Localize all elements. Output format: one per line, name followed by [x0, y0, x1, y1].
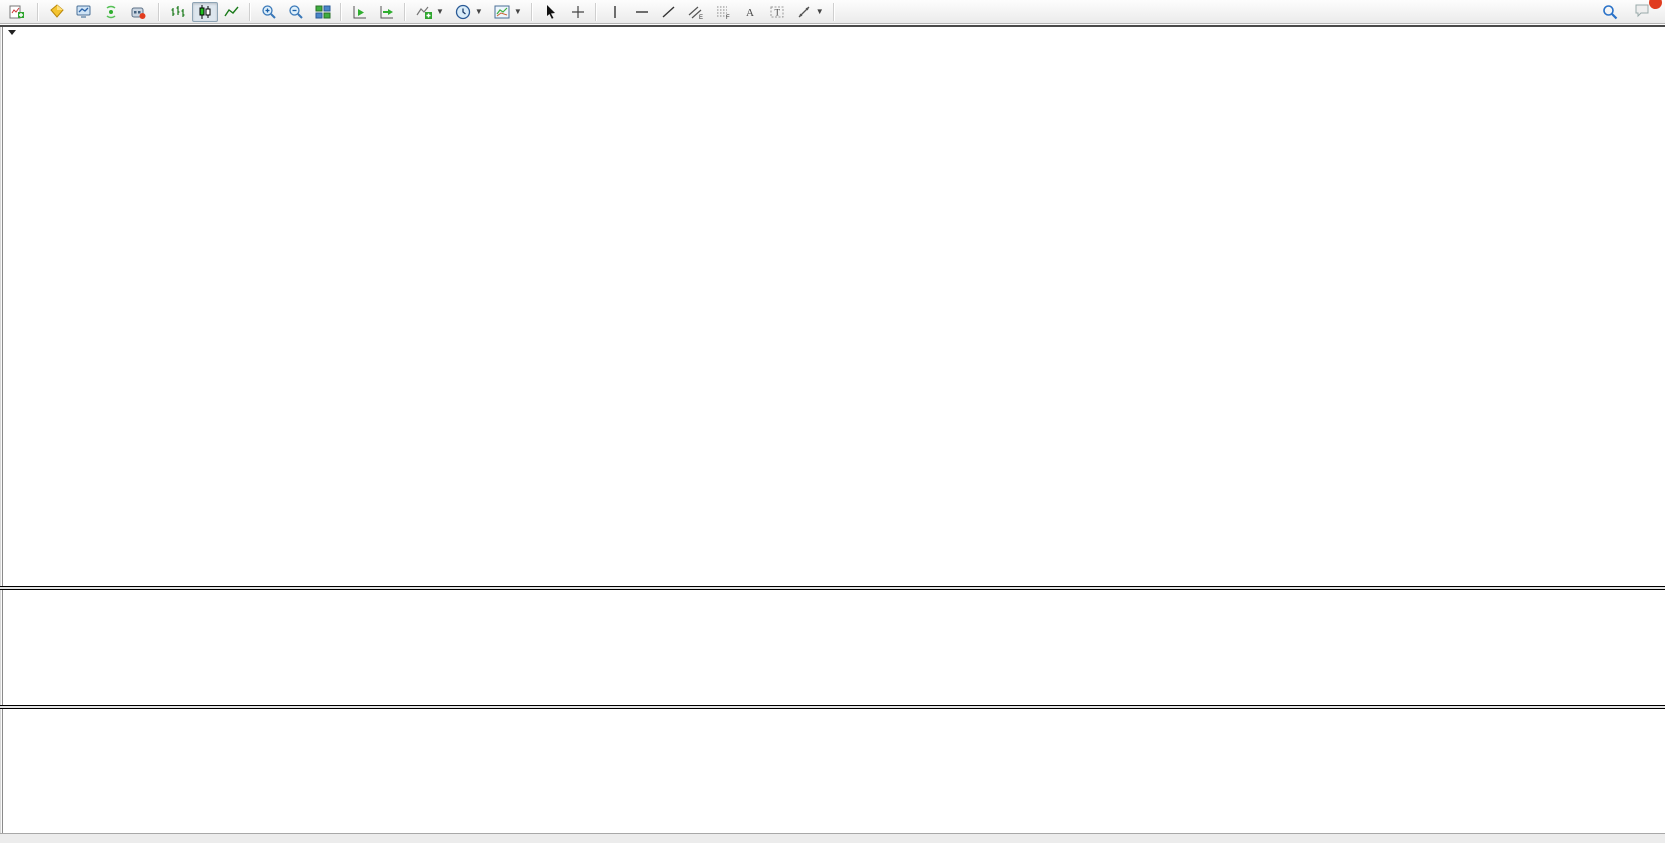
text-icon: A: [742, 4, 758, 20]
chart-menu-icon: [8, 30, 16, 35]
search-icon: [1602, 4, 1618, 20]
zoom-out-button[interactable]: [283, 2, 309, 22]
candles-chart-icon: [197, 4, 213, 20]
chart-shift-icon: [379, 4, 395, 20]
vertical-line-tool-button[interactable]: [602, 2, 628, 22]
svg-text:E: E: [699, 15, 703, 20]
market-button[interactable]: [44, 2, 70, 22]
chevron-down-icon: ▼: [514, 7, 522, 16]
svg-text:A: A: [746, 7, 754, 19]
periods-button[interactable]: ▼: [450, 2, 488, 22]
terminal-button[interactable]: [71, 2, 97, 22]
fibonacci-icon: F: [715, 4, 731, 20]
zoom-in-button[interactable]: [256, 2, 282, 22]
line-chart-icon: [224, 4, 240, 20]
indicators-icon: [416, 4, 432, 20]
horizontal-line-tool-button[interactable]: [629, 2, 655, 22]
chart-shift-button[interactable]: [374, 2, 400, 22]
new-order-icon: [9, 4, 25, 20]
templates-icon: [494, 4, 510, 20]
toolbar-separator: [403, 3, 408, 21]
templates-button[interactable]: ▼: [489, 2, 527, 22]
market-icon: [49, 4, 65, 20]
text-tool-button[interactable]: A: [737, 2, 763, 22]
zoom-out-icon: [288, 4, 304, 20]
chevron-down-icon: ▼: [816, 7, 824, 16]
toolbar-right-icons: [1597, 0, 1661, 23]
line-chart-button[interactable]: [219, 2, 245, 22]
auto-trading-icon: [130, 4, 146, 20]
toolbar-separator: [594, 3, 599, 21]
signals-button[interactable]: [98, 2, 124, 22]
crosshair-icon: [570, 4, 586, 20]
candles-chart-button[interactable]: [192, 2, 218, 22]
equidistant-channel-icon: E: [688, 4, 704, 20]
mt4-application-window: ▼ ▼ ▼: [0, 0, 1665, 843]
signals-icon: [103, 4, 119, 20]
svg-text:F: F: [726, 15, 730, 20]
search-button[interactable]: [1597, 2, 1623, 22]
zoom-in-icon: [261, 4, 277, 20]
svg-text:T: T: [774, 7, 780, 17]
chevron-down-icon: ▼: [436, 7, 444, 16]
chat-bubble-icon: [1634, 2, 1650, 18]
toolbar-separator: [339, 3, 344, 21]
chat-unread-badge: [1649, 0, 1662, 9]
trendline-icon: [661, 4, 677, 20]
arrows-icon: [796, 4, 812, 20]
toolbar-separator: [157, 3, 162, 21]
text-label-icon: T: [769, 4, 785, 20]
toolbar-separator: [248, 3, 253, 21]
chevron-down-icon: ▼: [475, 7, 483, 16]
bar-chart-icon: [170, 4, 186, 20]
toolbar-separator: [36, 3, 41, 21]
cursor-icon: [543, 4, 559, 20]
vertical-line-icon: [607, 4, 623, 20]
fibonacci-tool-button[interactable]: F: [710, 2, 736, 22]
main-toolbar: ▼ ▼ ▼: [0, 0, 1665, 24]
terminal-icon: [76, 4, 92, 20]
toolbar-separator: [832, 3, 837, 21]
trendline-tool-button[interactable]: [656, 2, 682, 22]
label-tool-button[interactable]: T: [764, 2, 790, 22]
tile-windows-icon: [315, 4, 331, 20]
tile-windows-button[interactable]: [310, 2, 336, 22]
arrows-tool-button[interactable]: ▼: [791, 2, 829, 22]
channel-tool-button[interactable]: E: [683, 2, 709, 22]
auto-scroll-icon: [352, 4, 368, 20]
new-order-button[interactable]: [4, 2, 33, 22]
horizontal-line-icon: [634, 4, 650, 20]
chart-canvas[interactable]: [0, 0, 1665, 843]
cursor-tool-button[interactable]: [538, 2, 564, 22]
bar-chart-button[interactable]: [165, 2, 191, 22]
clock-icon: [455, 4, 471, 20]
chat-button-wrap: [1629, 0, 1655, 23]
indicators-button[interactable]: ▼: [411, 2, 449, 22]
crosshair-tool-button[interactable]: [565, 2, 591, 22]
auto-scroll-button[interactable]: [347, 2, 373, 22]
auto-trading-button[interactable]: [125, 2, 154, 22]
chart-symbol-title[interactable]: [8, 30, 21, 35]
toolbar-separator: [530, 3, 535, 21]
